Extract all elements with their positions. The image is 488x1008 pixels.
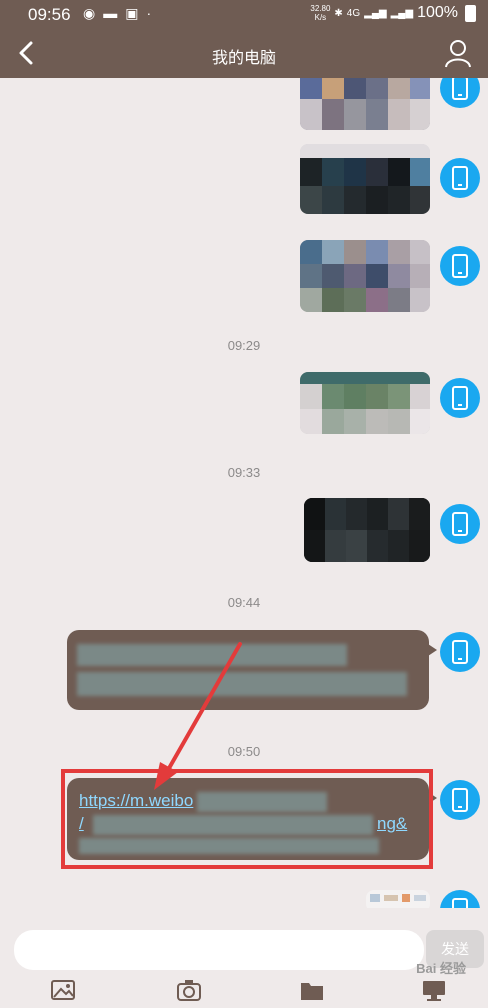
composer: 发送 Bai 经验: [0, 908, 488, 1007]
image-message[interactable]: [300, 144, 430, 214]
chat-area[interactable]: 09:29 09:33 09:44 09:50 https://m.weibo …: [0, 78, 488, 908]
composer-toolbar: [0, 974, 488, 1008]
globe-icon: ◉: [83, 5, 96, 21]
highlight-box: [61, 769, 433, 869]
phone-icon: [452, 254, 468, 278]
redacted-text: [77, 672, 407, 696]
message-timestamp: 09:33: [227, 465, 261, 480]
watermark: Bai 经验: [416, 961, 466, 976]
status-bar: 09:56 ◉ ▬ ▣ · 32.80 K/s ✱ 4G ▂▄▆ ▂▄▆ 100%: [0, 0, 488, 28]
phone-icon: [452, 788, 468, 812]
phone-icon: [452, 640, 468, 664]
signal-icon: ▂▄▆: [364, 7, 387, 19]
image-message[interactable]: [304, 498, 430, 562]
battery-percent: 100%: [417, 4, 458, 21]
message-timestamp: 09:50: [227, 744, 261, 759]
sender-avatar[interactable]: [440, 780, 480, 820]
page-title: 我的电脑: [211, 50, 276, 67]
folder-icon[interactable]: [298, 976, 326, 1004]
message-icon: ▬: [103, 5, 118, 21]
status-icons: ◉ ▬ ▣ ·: [83, 5, 151, 22]
sender-avatar[interactable]: [440, 246, 480, 286]
message-input[interactable]: [14, 930, 424, 970]
sender-avatar[interactable]: [440, 890, 480, 908]
sender-avatar[interactable]: [440, 504, 480, 544]
network-type: 4G: [346, 7, 361, 19]
image-message[interactable]: [366, 890, 430, 908]
image-icon: ▣: [125, 5, 139, 21]
person-icon[interactable]: [444, 38, 472, 68]
sender-avatar[interactable]: [440, 632, 480, 672]
phone-icon: [452, 78, 468, 100]
image-message[interactable]: [300, 240, 430, 312]
text-message[interactable]: [67, 630, 437, 710]
camera-icon[interactable]: [175, 976, 203, 1004]
dot-icon: ·: [146, 5, 152, 21]
phone-icon: [452, 512, 468, 536]
title-bar: 我的电脑: [0, 28, 488, 78]
sender-avatar[interactable]: [440, 378, 480, 418]
phone-icon: [452, 166, 468, 190]
image-icon[interactable]: [49, 976, 77, 1004]
message-timestamp: 09:29: [227, 338, 261, 353]
sender-avatar[interactable]: [440, 158, 480, 198]
signal-icon-2: ▂▄▆: [390, 7, 414, 19]
bluetooth-icon: ✱: [334, 7, 343, 19]
status-time: 09:56: [28, 5, 71, 24]
image-message[interactable]: [300, 372, 430, 434]
message-timestamp: 09:44: [227, 595, 261, 610]
phone-icon: [452, 898, 468, 908]
status-right: 32.80 K/s ✱ 4G ▂▄▆ ▂▄▆ 100%: [310, 4, 476, 22]
image-message[interactable]: [300, 78, 430, 130]
sender-avatar[interactable]: [440, 78, 480, 108]
battery-icon: [465, 4, 476, 22]
computer-icon[interactable]: [420, 976, 448, 1004]
redacted-text: [77, 644, 347, 666]
network-speed: 32.80 K/s: [310, 4, 331, 22]
phone-icon: [452, 386, 468, 410]
